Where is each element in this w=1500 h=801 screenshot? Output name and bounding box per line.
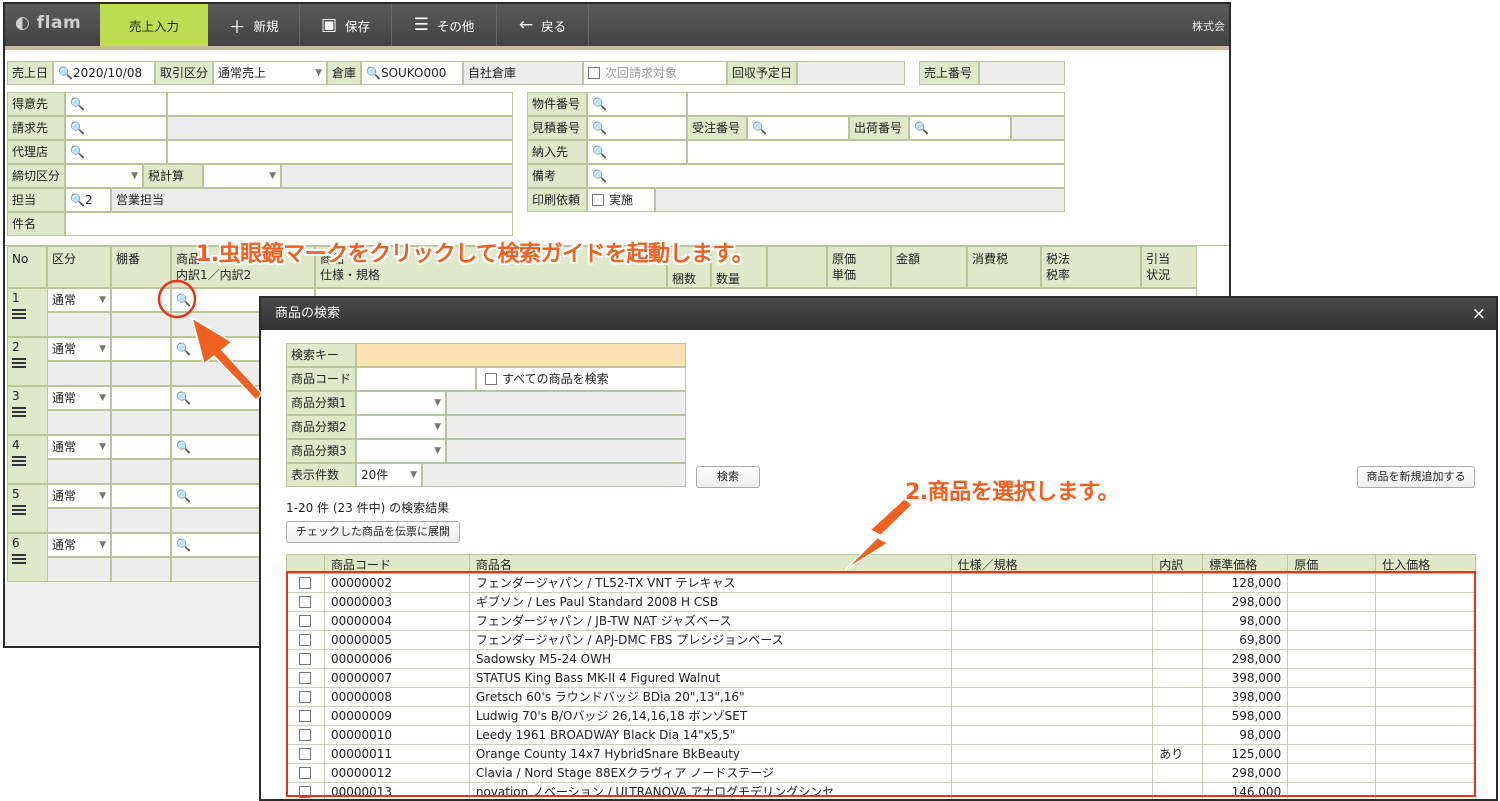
arrow-to-magnifier <box>190 316 264 402</box>
annotation-step1: 1.虫眼鏡マークをクリックして検索ガイドを起動します。 <box>196 242 754 267</box>
annotation-overlay <box>157 279 914 571</box>
arrow-to-results <box>844 496 914 571</box>
annotation-step2: 2.商品を選択します。 <box>905 480 1119 505</box>
magnifier-highlight-circle <box>157 279 197 319</box>
